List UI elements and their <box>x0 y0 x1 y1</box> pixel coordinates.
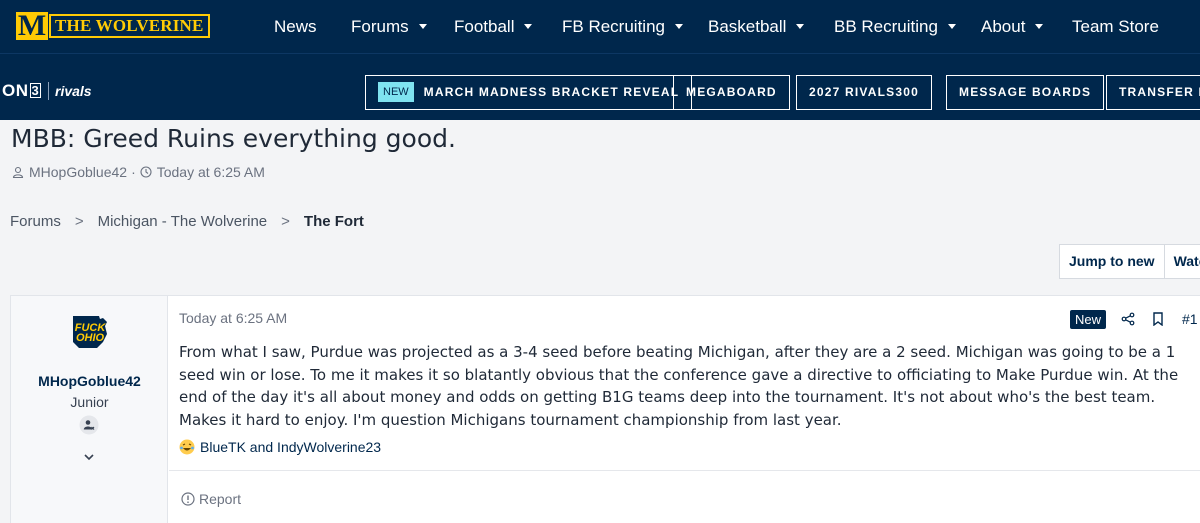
megaboard-link[interactable]: MEGABOARD <box>673 75 790 110</box>
rivals-logo[interactable]: rivals <box>55 83 92 99</box>
nav-team-store[interactable]: Team Store <box>1072 0 1159 53</box>
breadcrumb-the-fort[interactable]: The Fort <box>304 213 364 230</box>
nav-label: Football <box>454 17 515 36</box>
nav-label: Basketball <box>708 17 787 36</box>
thread-actions: Jump to new Watch <box>1059 244 1200 279</box>
caret-down-icon <box>524 24 533 30</box>
caret-down-icon <box>418 24 427 30</box>
post-date[interactable]: Today at 6:25 AM <box>179 310 287 326</box>
nav-news[interactable]: News <box>274 0 317 53</box>
user-icon <box>12 166 24 178</box>
breadcrumb-chevron: > <box>74 213 84 230</box>
bookmark-icon[interactable] <box>1152 312 1164 326</box>
message-boards-link[interactable]: MESSAGE BOARDS <box>946 75 1105 110</box>
post-username[interactable]: MHopGoblue42 <box>11 373 168 389</box>
nav-label: News <box>274 17 317 36</box>
post-user-pane: FUCK OHIO MHopGoblue42 Junior <box>11 296 168 523</box>
thread-title: MBB: Greed Ruins everything good. <box>11 124 456 153</box>
chevron-down-icon[interactable] <box>81 450 97 464</box>
logo-divider <box>48 82 49 100</box>
jump-to-new-button[interactable]: Jump to new <box>1059 244 1165 279</box>
pill-label: MEGABOARD <box>686 85 777 99</box>
on3-logo[interactable]: ON 3 <box>2 81 42 101</box>
rivals300-link[interactable]: 2027 RIVALS300 <box>796 75 932 110</box>
nav-fb-recruiting[interactable]: FB Recruiting <box>562 0 683 53</box>
pill-label: MESSAGE BOARDS <box>959 85 1092 99</box>
clock-icon <box>140 166 152 178</box>
caret-down-icon <box>1035 24 1044 30</box>
post-body: From what I saw, Purdue was projected as… <box>179 343 1179 429</box>
breadcrumb-forums[interactable]: Forums <box>10 213 61 230</box>
watch-button[interactable]: Watch <box>1164 244 1200 279</box>
on3-text: ON <box>2 81 29 100</box>
report-icon <box>181 492 195 506</box>
on3-number: 3 <box>29 83 42 98</box>
pill-label: 2027 RIVALS300 <box>809 85 919 99</box>
pill-label: MARCH MADNESS BRACKET REVEAL <box>423 85 680 99</box>
avatar[interactable]: FUCK OHIO <box>69 312 111 352</box>
march-madness-link[interactable]: NEW MARCH MADNESS BRACKET REVEAL <box>365 75 693 110</box>
post-number[interactable]: #1 <box>1182 311 1198 327</box>
thread-meta: MHopGoblue42 · Today at 6:25 AM <box>12 164 265 180</box>
new-badge: New <box>1070 310 1107 329</box>
nav-label: About <box>981 17 1026 36</box>
new-tag: NEW <box>378 82 414 102</box>
breadcrumb: Forums > Michigan - The Wolverine > The … <box>10 213 364 230</box>
nav-label: BB Recruiting <box>834 17 938 36</box>
logo-text: THE WOLVERINE <box>49 14 210 38</box>
nav-football[interactable]: Football <box>454 0 533 53</box>
nav-about[interactable]: About <box>981 0 1044 53</box>
user-title: Junior <box>70 394 109 410</box>
transfer-portal-link[interactable]: TRANSFER P <box>1106 75 1200 110</box>
post: FUCK OHIO MHopGoblue42 Junior Today at 6… <box>10 295 1200 523</box>
caret-down-icon <box>796 24 805 30</box>
report-label: Report <box>199 491 242 507</box>
network-bar: ON 3 rivals NEW MARCH MADNESS BRACKET REVE… <box>0 53 1200 120</box>
nav-label: Forums <box>351 17 409 36</box>
nav-forums[interactable]: Forums <box>351 0 427 53</box>
top-navigation: M THE WOLVERINE News Forums Football FB … <box>0 0 1200 53</box>
meta-separator: · <box>131 164 136 180</box>
caret-down-icon <box>947 24 956 30</box>
reactions-text[interactable]: BlueTK and IndyWolverine23 <box>200 439 381 455</box>
post-divider <box>169 470 1200 471</box>
caret-down-icon <box>674 24 683 30</box>
thread-author[interactable]: MHopGoblue42 <box>29 164 127 180</box>
share-icon[interactable] <box>1121 312 1135 326</box>
nav-label: Team Store <box>1072 17 1159 36</box>
thread-time[interactable]: Today at 6:25 AM <box>157 164 265 180</box>
laughing-emoji-icon <box>179 439 195 455</box>
nav-bb-recruiting[interactable]: BB Recruiting <box>834 0 956 53</box>
breadcrumb-michigan[interactable]: Michigan - The Wolverine <box>98 213 268 230</box>
logo-block-m: M <box>16 9 48 42</box>
nav-basketball[interactable]: Basketball <box>708 0 805 53</box>
breadcrumb-chevron: > <box>281 213 290 230</box>
avatar-text-bottom: OHIO <box>76 332 105 344</box>
nav-label: FB Recruiting <box>562 17 665 36</box>
report-button[interactable]: Report <box>181 491 241 507</box>
site-logo[interactable]: M THE WOLVERINE <box>16 9 210 42</box>
pill-label: TRANSFER P <box>1119 85 1200 99</box>
user-badge-icon <box>79 415 99 435</box>
reactions-bar[interactable]: BlueTK and IndyWolverine23 <box>179 439 381 455</box>
